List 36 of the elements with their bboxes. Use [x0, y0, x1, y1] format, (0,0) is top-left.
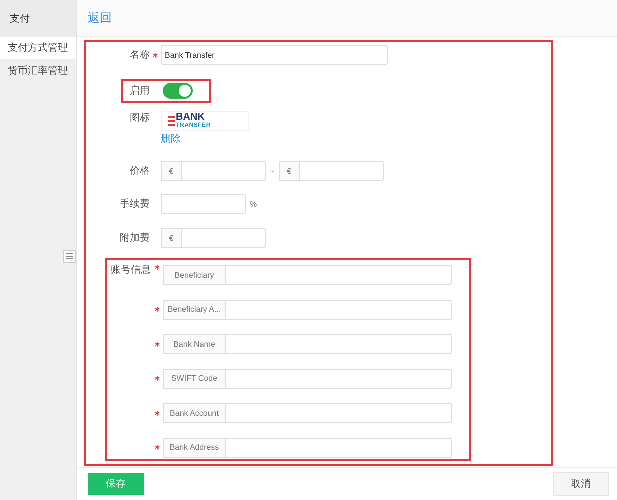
currency-addon: €: [278, 161, 299, 181]
currency-addon: €: [161, 161, 181, 181]
sidebar-title: 支付: [0, 0, 76, 37]
account-input[interactable]: [225, 368, 452, 389]
account-input[interactable]: [225, 265, 452, 285]
account-input[interactable]: [225, 438, 452, 458]
percent-suffix: %: [250, 200, 258, 208]
account-field-label: SWIFT Code: [163, 368, 225, 389]
min-price-input[interactable]: [181, 161, 266, 181]
surcharge-input[interactable]: [181, 228, 266, 248]
account-input[interactable]: [225, 334, 452, 354]
fee-input[interactable]: [161, 194, 246, 214]
field-label: 价格: [129, 164, 150, 178]
toggle-switch[interactable]: [163, 83, 193, 99]
sidebar-item[interactable]: 货币汇率管理: [0, 60, 76, 82]
field-label: 附加费: [119, 232, 150, 245]
max-price-input[interactable]: [298, 161, 384, 181]
field-label: 账号信息: [110, 265, 152, 277]
cancel-button[interactable]: 取消: [553, 472, 609, 496]
collapse-icon[interactable]: [63, 250, 76, 263]
field-label: 启用: [129, 84, 150, 98]
delete-link[interactable]: 删除: [161, 132, 249, 146]
account-input[interactable]: [225, 403, 452, 424]
account-input[interactable]: [225, 300, 452, 320]
sidebar-item[interactable]: 支付方式管理: [0, 37, 76, 59]
field-label: 名称: [129, 49, 150, 62]
field-label: 图标: [129, 112, 150, 125]
account-field-label: Beneficiary: [163, 265, 225, 285]
account-field-label: Bank Address: [163, 438, 225, 458]
currency-addon: €: [161, 228, 181, 248]
field-label: 手续费: [119, 198, 150, 211]
account-field-label: Bank Account: [163, 403, 225, 424]
account-field-label: Bank Name: [163, 334, 225, 354]
range-separator: ~: [270, 166, 275, 176]
account-field-label: Beneficiary A...: [163, 300, 225, 320]
name-input[interactable]: Bank Transfer: [161, 45, 388, 65]
